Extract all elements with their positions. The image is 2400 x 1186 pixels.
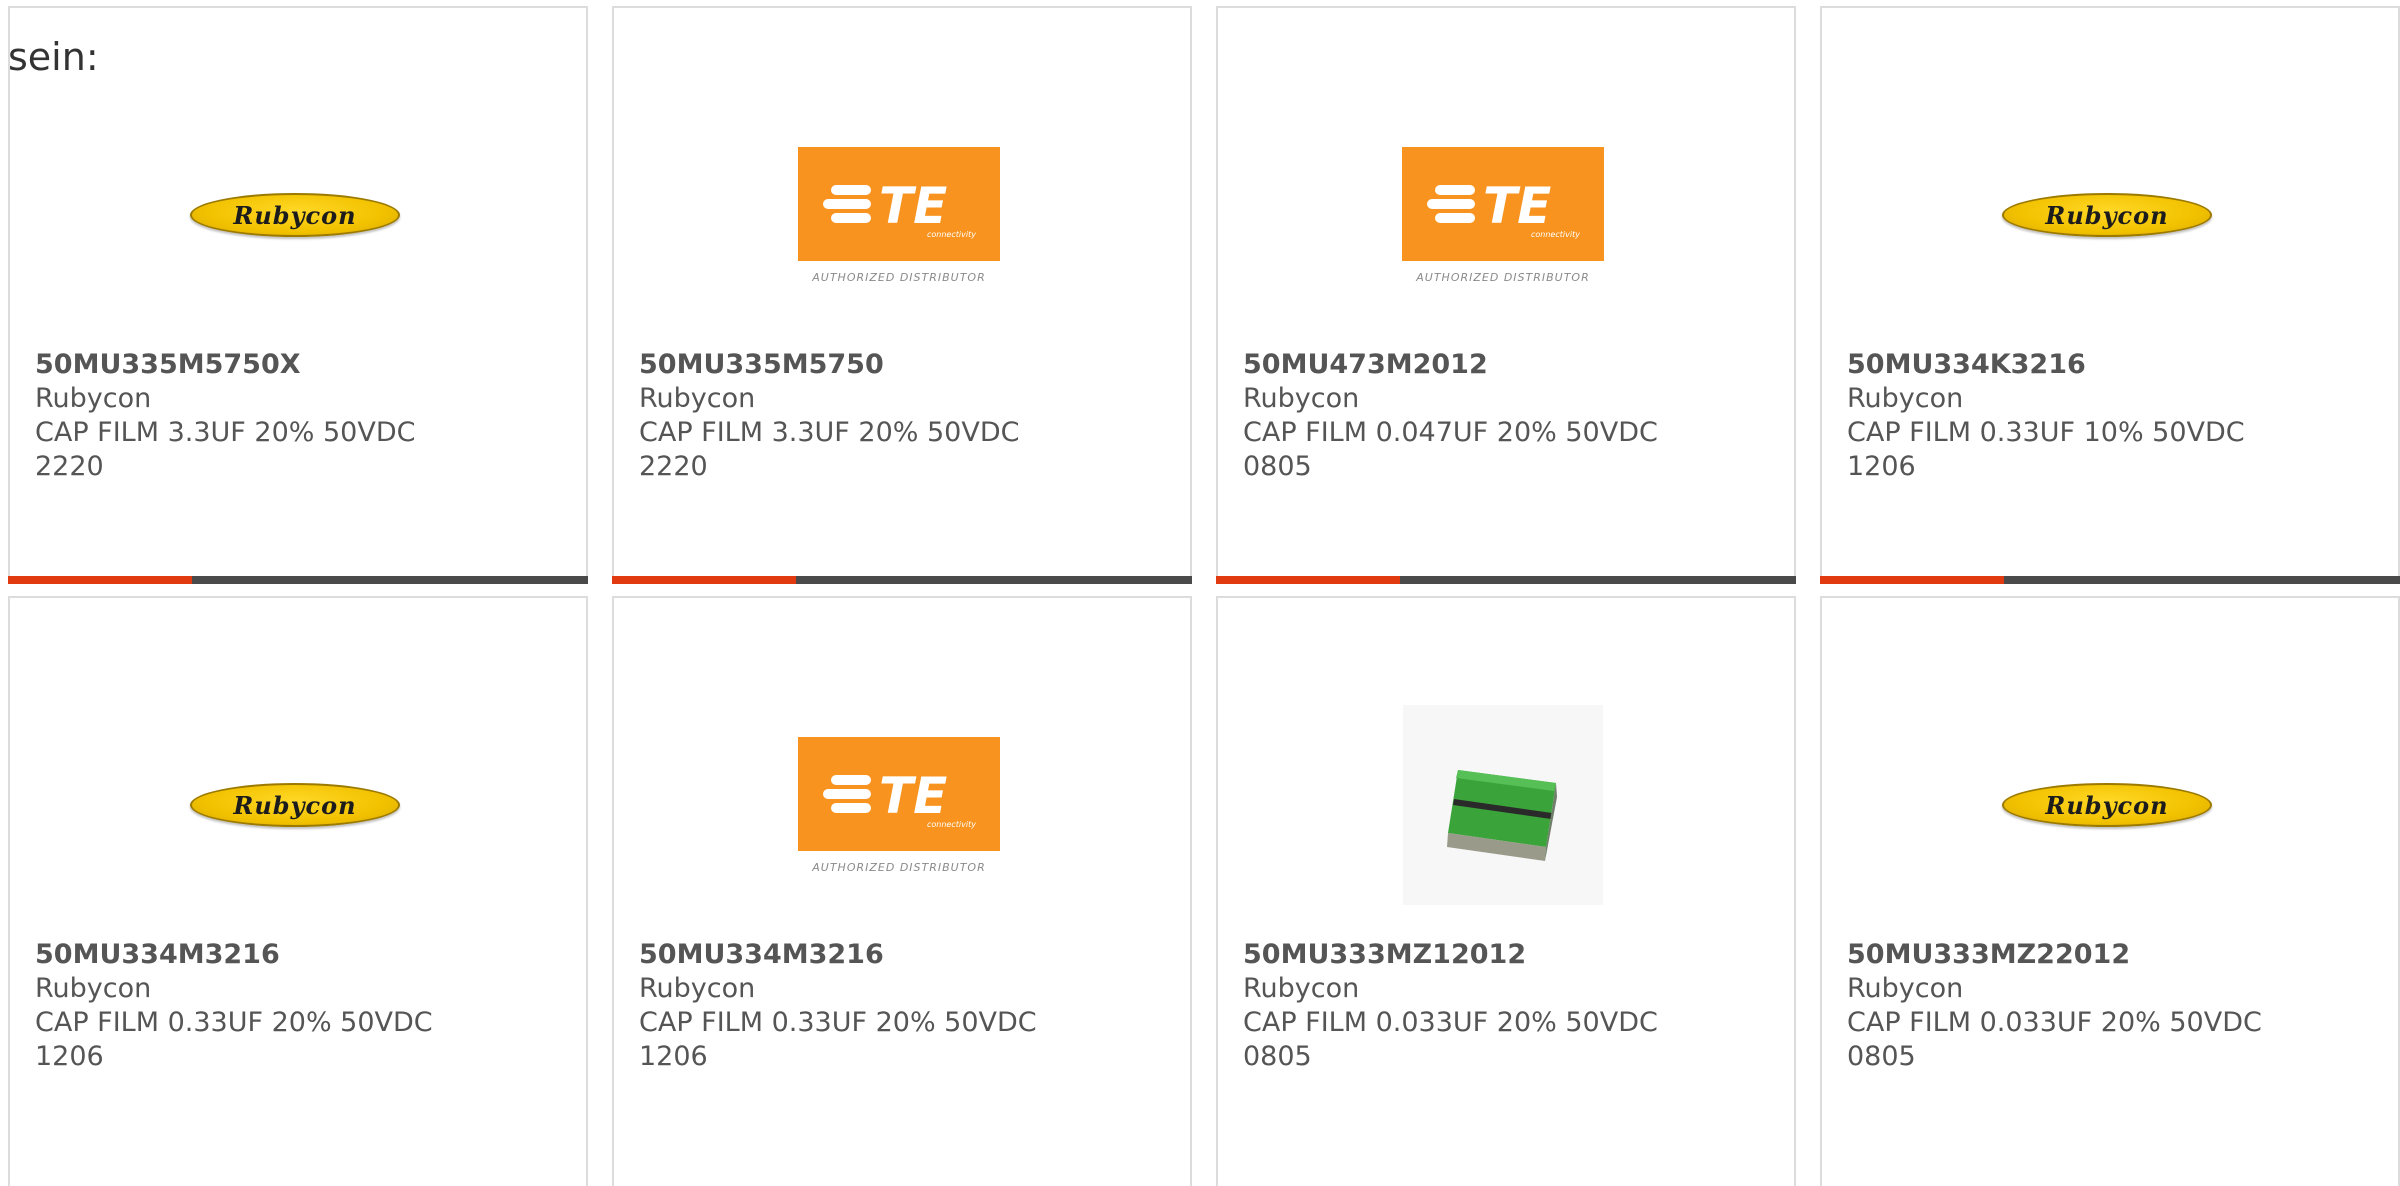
manufacturer: Rubycon [35,973,152,1004]
te-connectivity-logo-icon: TE connectivity AUTHORIZED DISTRIBUTOR [798,736,1000,874]
part-number-link[interactable]: 50MU333MZ22012 [1847,938,2262,972]
description: CAP FILM 3.3UF 20% 50VDC [35,417,416,448]
part-number-link[interactable]: 50MU335M5750 [639,348,1019,382]
product-card[interactable]: Rubycon 50MU333MZ22012 Rubycon CAP FILM … [1820,596,2400,1186]
description: CAP FILM 0.033UF 20% 50VDC [1847,1007,2262,1038]
product-grid: Rubycon 50MU335M5750X Rubycon CAP FILM 3… [8,6,2400,1186]
intro-text: sein: [8,35,99,79]
product-image[interactable]: Rubycon [185,105,405,325]
card-footer-bar [612,576,1192,584]
product-card[interactable]: Rubycon 50MU334M3216 Rubycon CAP FILM 0.… [8,596,588,1186]
manufacturer: Rubycon [1847,973,1964,1004]
description: CAP FILM 0.33UF 10% 50VDC [1847,417,2245,448]
rubycon-logo-icon: Rubycon [2002,783,2212,827]
product-image[interactable] [1393,695,1613,915]
manufacturer: Rubycon [639,973,756,1004]
description: CAP FILM 3.3UF 20% 50VDC [639,417,1020,448]
rubycon-logo-icon: Rubycon [190,193,400,237]
capacitor-chip-icon [1403,705,1603,905]
card-footer-bar [1216,576,1796,584]
package: 1206 [1847,451,1916,482]
manufacturer: Rubycon [639,383,756,414]
product-image[interactable]: TE connectivity AUTHORIZED DISTRIBUTOR [789,695,1009,915]
product-image[interactable]: Rubycon [185,695,405,915]
product-card[interactable]: 50MU333MZ12012 Rubycon CAP FILM 0.033UF … [1216,596,1796,1186]
part-number-link[interactable]: 50MU334M3216 [35,938,433,972]
description: CAP FILM 0.047UF 20% 50VDC [1243,417,1658,448]
package: 2220 [639,451,708,482]
product-image[interactable]: Rubycon [1997,105,2217,325]
description: CAP FILM 0.033UF 20% 50VDC [1243,1007,1658,1038]
svg-text:connectivity: connectivity [1531,230,1580,239]
package: 0805 [1243,1041,1312,1072]
package: 2220 [35,451,104,482]
part-number-link[interactable]: 50MU335M5750X [35,348,415,382]
product-card[interactable]: Rubycon 50MU335M5750X Rubycon CAP FILM 3… [8,6,588,584]
manufacturer: Rubycon [1847,383,1964,414]
svg-text:TE: TE [879,767,947,825]
part-number-link[interactable]: 50MU333MZ12012 [1243,938,1658,972]
manufacturer: Rubycon [1243,383,1360,414]
description: CAP FILM 0.33UF 20% 50VDC [639,1007,1037,1038]
product-card[interactable]: TE connectivity AUTHORIZED DISTRIBUTOR 5… [612,596,1192,1186]
product-card[interactable]: TE connectivity AUTHORIZED DISTRIBUTOR 5… [612,6,1192,584]
card-footer-bar [1820,576,2400,584]
product-card[interactable]: TE connectivity AUTHORIZED DISTRIBUTOR 5… [1216,6,1796,584]
package: 0805 [1243,451,1312,482]
rubycon-logo-icon: Rubycon [2002,193,2212,237]
product-image[interactable]: TE connectivity AUTHORIZED DISTRIBUTOR [789,105,1009,325]
rubycon-logo-icon: Rubycon [190,783,400,827]
card-footer-bar [8,576,588,584]
package: 0805 [1847,1041,1916,1072]
part-number-link[interactable]: 50MU334M3216 [639,938,1037,972]
description: CAP FILM 0.33UF 20% 50VDC [35,1007,433,1038]
product-image[interactable]: Rubycon [1997,695,2217,915]
manufacturer: Rubycon [35,383,152,414]
product-image[interactable]: TE connectivity AUTHORIZED DISTRIBUTOR [1393,105,1613,325]
product-card[interactable]: Rubycon 50MU334K3216 Rubycon CAP FILM 0.… [1820,6,2400,584]
package: 1206 [639,1041,708,1072]
svg-text:connectivity: connectivity [927,820,976,829]
svg-text:connectivity: connectivity [927,230,976,239]
part-number-link[interactable]: 50MU473M2012 [1243,348,1658,382]
svg-text:TE: TE [879,177,947,235]
manufacturer: Rubycon [1243,973,1360,1004]
svg-text:TE: TE [1483,177,1551,235]
te-connectivity-logo-icon: TE connectivity AUTHORIZED DISTRIBUTOR [1402,146,1604,284]
package: 1206 [35,1041,104,1072]
part-number-link[interactable]: 50MU334K3216 [1847,348,2245,382]
te-connectivity-logo-icon: TE connectivity AUTHORIZED DISTRIBUTOR [798,146,1000,284]
